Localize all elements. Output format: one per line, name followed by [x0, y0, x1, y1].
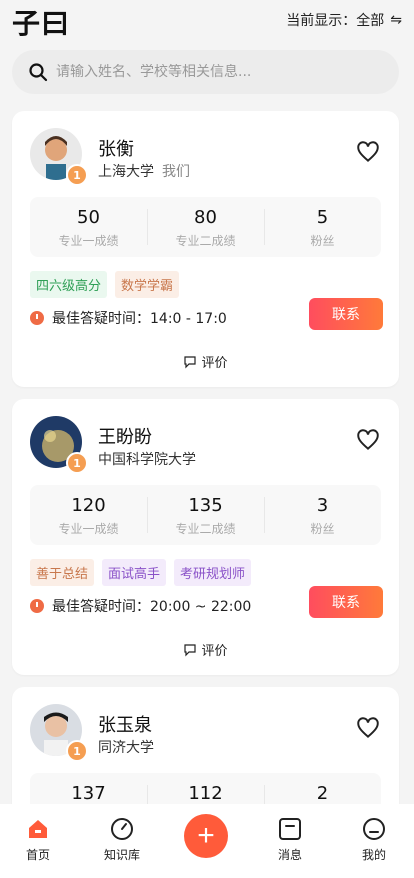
review-label: 评价: [201, 644, 228, 659]
avatar[interactable]: 1: [30, 704, 88, 762]
answer-time: 最佳答疑时间：14:0 - 17:0: [30, 308, 227, 328]
stat-label: 专业二成绩: [175, 522, 236, 536]
header: 子曰 当前显示：全部 ⇋: [0, 0, 414, 44]
nav-knowledge[interactable]: 知识库: [92, 816, 152, 863]
compass-icon: [111, 818, 133, 840]
stat-label: 专业一成绩: [58, 234, 119, 248]
stat-value: 137: [71, 783, 106, 804]
tag: 四六级高分: [30, 271, 108, 298]
stat-value: 5: [316, 207, 329, 228]
stat-label: 专业二成绩: [175, 234, 236, 248]
nav-mine[interactable]: 我的: [344, 816, 404, 863]
rank-badge: 1: [66, 164, 88, 186]
stat-item: 3 粉丝: [264, 485, 381, 545]
clock-icon: [30, 599, 44, 613]
stat-item: 80 专业二成绩: [147, 197, 264, 257]
tag: 数学学霸: [115, 271, 180, 298]
tutor-school: 上海大学 我们: [98, 161, 190, 181]
stat-value: 135: [188, 495, 223, 516]
stat-item: 120 专业一成绩: [30, 485, 147, 545]
add-button[interactable]: +: [184, 814, 228, 858]
tutor-card[interactable]: 1 张衡 上海大学 我们 50 专业一成绩 80 专业二成绩 5 粉丝 四六级高分 数学…: [12, 111, 399, 387]
app-logo: 子曰: [12, 7, 71, 40]
extra-label: 我们: [162, 164, 190, 180]
swap-icon: ⇋: [390, 12, 402, 28]
filter-label: 当前显示：全部: [286, 13, 385, 29]
clock-icon: [30, 311, 44, 325]
stat-label: 粉丝: [310, 522, 335, 536]
profile-icon: [363, 818, 385, 840]
bottom-nav: 首页 知识库 + 消息 我的: [0, 804, 414, 878]
stats-panel: 120 专业一成绩 135 专业二成绩 3 粉丝: [30, 485, 381, 545]
tag: 考研规划师: [174, 559, 252, 586]
tag: 面试高手: [102, 559, 167, 586]
search-input[interactable]: [56, 64, 376, 80]
avatar[interactable]: 1: [30, 416, 88, 474]
stat-value: 112: [188, 783, 223, 804]
stat-item: 135 专业二成绩: [147, 485, 264, 545]
stat-item: 50 专业一成绩: [30, 197, 147, 257]
tutor-name: 张玉泉: [98, 715, 152, 736]
rank-badge: 1: [66, 452, 88, 474]
school-name: 上海大学: [98, 164, 154, 180]
comment-icon: [184, 643, 197, 656]
nav-mine-label: 我的: [361, 848, 386, 862]
nav-knowledge-label: 知识库: [103, 848, 140, 862]
review-button[interactable]: 评价: [12, 640, 399, 659]
answer-time-text: 最佳答疑时间：20:00 ~ 22:00: [52, 599, 252, 615]
tutor-school: 同济大学: [98, 740, 154, 756]
heart-icon[interactable]: [355, 427, 381, 453]
nav-messages[interactable]: 消息: [260, 816, 320, 863]
tutor-name: 王盼盼: [98, 427, 152, 448]
tutor-card[interactable]: 1 王盼盼 中国科学院大学 120 专业一成绩 135 专业二成绩 3 粉丝 善于总结…: [12, 399, 399, 675]
stat-label: 粉丝: [310, 234, 335, 248]
review-label: 评价: [201, 356, 228, 371]
stat-value: 120: [71, 495, 106, 516]
stats-panel: 50 专业一成绩 80 专业二成绩 5 粉丝: [30, 197, 381, 257]
tag-list: 四六级高分 数学学霸: [30, 271, 180, 298]
heart-icon[interactable]: [355, 139, 381, 165]
search-icon: [29, 63, 48, 82]
filter-toggle[interactable]: 当前显示：全部 ⇋: [286, 10, 402, 30]
tag: 善于总结: [30, 559, 95, 586]
comment-icon: [184, 355, 197, 368]
stat-value: 2: [316, 783, 329, 804]
answer-time: 最佳答疑时间：20:00 ~ 22:00: [30, 596, 251, 616]
tutor-name: 张衡: [98, 139, 134, 160]
nav-home-label: 首页: [25, 848, 50, 862]
stat-item: 5 粉丝: [264, 197, 381, 257]
search-bar[interactable]: [12, 50, 399, 94]
home-icon: [29, 820, 47, 838]
rank-badge: 1: [66, 740, 88, 762]
stat-value: 50: [77, 207, 100, 228]
contact-button[interactable]: 联系: [309, 298, 383, 330]
tutor-school: 中国科学院大学: [98, 452, 196, 468]
tag-list: 善于总结 面试高手 考研规划师: [30, 559, 252, 586]
stat-value: 3: [316, 495, 329, 516]
heart-icon[interactable]: [355, 715, 381, 741]
message-icon: [279, 818, 301, 840]
contact-button[interactable]: 联系: [309, 586, 383, 618]
stat-value: 80: [194, 207, 217, 228]
nav-home[interactable]: 首页: [8, 816, 68, 863]
answer-time-text: 最佳答疑时间：14:0 - 17:0: [52, 311, 227, 327]
nav-messages-label: 消息: [277, 848, 302, 862]
stat-label: 专业一成绩: [58, 522, 119, 536]
review-button[interactable]: 评价: [12, 352, 399, 371]
avatar[interactable]: 1: [30, 128, 88, 186]
